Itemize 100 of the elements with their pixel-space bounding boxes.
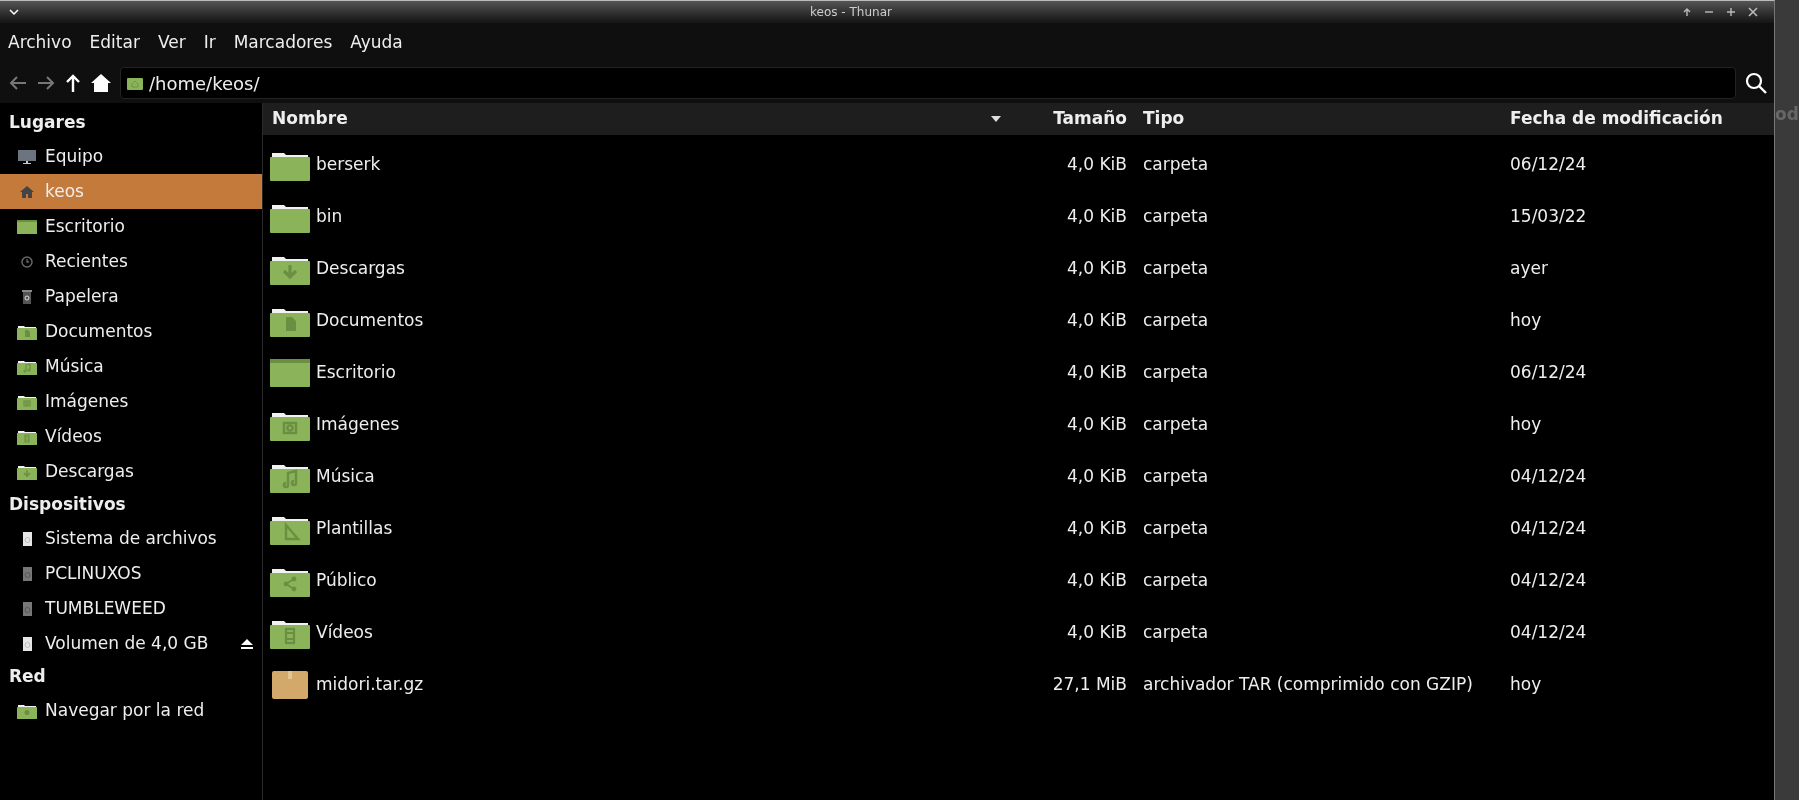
sidebar-label: Equipo <box>45 144 105 168</box>
back-arrow-icon[interactable] <box>8 74 28 92</box>
file-name: berserk <box>316 153 381 177</box>
file-size: 4,0 KiB <box>1066 517 1128 541</box>
arrow-up-icon[interactable] <box>1682 7 1692 17</box>
sidebar-item[interactable]: Documentos <box>0 314 262 349</box>
file-size: 4,0 KiB <box>1066 413 1128 437</box>
file-type: carpeta <box>1142 309 1210 333</box>
file-row[interactable]: bin 4,0 KiB carpeta 15/03/22 <box>263 191 1774 243</box>
file-date: 04/12/24 <box>1510 465 1588 489</box>
sidebar-label: Música <box>45 354 105 378</box>
forward-arrow-icon[interactable] <box>36 74 56 92</box>
menu-item[interactable]: Editar <box>89 30 140 56</box>
file-row[interactable]: Descargas 4,0 KiB carpeta ayer <box>263 243 1774 295</box>
sidebar-label: Descargas <box>45 459 135 483</box>
column-header[interactable]: Tipo <box>1133 106 1510 132</box>
file-row[interactable]: Escritorio 4,0 KiB carpeta 06/12/24 <box>263 347 1774 399</box>
sidebar-item[interactable]: Imágenes <box>0 384 262 419</box>
location-path: /home/keos/ <box>149 71 260 96</box>
file-type: carpeta <box>1142 569 1210 593</box>
menu-item[interactable]: Ver <box>157 30 186 56</box>
file-row[interactable]: Documentos 4,0 KiB carpeta hoy <box>263 295 1774 347</box>
file-date: hoy <box>1510 413 1543 437</box>
file-type: carpeta <box>1142 361 1210 385</box>
sidebar-item[interactable]: PCLINUXOS <box>0 556 262 591</box>
file-date: 04/12/24 <box>1510 569 1588 593</box>
folder-icon <box>17 323 37 340</box>
sidebar-label: Imágenes <box>45 389 130 413</box>
file-name: Plantillas <box>316 517 393 541</box>
file-row[interactable]: Imágenes 4,0 KiB carpeta hoy <box>263 399 1774 451</box>
window-title: keos - Thunar <box>809 4 893 21</box>
location-field[interactable]: /home/keos/ <box>120 67 1736 99</box>
file-date: ayer <box>1510 257 1549 281</box>
file-size: 4,0 KiB <box>1066 569 1128 593</box>
file-name: Público <box>316 569 377 593</box>
file-size: 4,0 KiB <box>1066 309 1128 333</box>
file-name: Vídeos <box>316 621 373 645</box>
home-icon[interactable] <box>90 73 112 93</box>
folder-icon <box>17 463 37 480</box>
up-arrow-icon[interactable] <box>64 73 82 93</box>
folder-icon <box>17 393 37 410</box>
sidebar-label: Papelera <box>45 284 120 308</box>
search-icon[interactable] <box>1744 71 1768 95</box>
sidebar-label: keos <box>45 179 85 203</box>
eject-icon[interactable] <box>240 637 254 650</box>
sidebar-item[interactable]: Música <box>0 349 262 384</box>
menu-item[interactable]: Marcadores <box>233 30 333 56</box>
file-name: Escritorio <box>316 361 396 385</box>
sidebar-item[interactable]: Escritorio <box>0 209 262 244</box>
file-type: carpeta <box>1142 153 1210 177</box>
sidebar-label: TUMBLEWEED <box>45 596 167 620</box>
sidebar-item[interactable]: Descargas <box>0 454 262 489</box>
sidebar-item[interactable]: Sistema de archivos <box>0 521 262 556</box>
file-type: archivador TAR (comprimido con GZIP) <box>1142 673 1474 697</box>
sidebar-item[interactable]: Volumen de 4,0 GB <box>0 626 262 661</box>
column-header[interactable]: Fecha de modificación <box>1510 106 1774 132</box>
file-row[interactable]: berserk 4,0 KiB carpeta 06/12/24 <box>263 139 1774 191</box>
maximize-icon[interactable] <box>1726 7 1736 17</box>
file-name: Imágenes <box>316 413 400 437</box>
file-name: Documentos <box>316 309 424 333</box>
sidebar-heading: Dispositivos <box>8 493 127 517</box>
file-row[interactable]: midori.tar.gz 27,1 MiB archivador TAR (comprimido con GZIP) hoy <box>263 659 1774 711</box>
file-row[interactable]: Vídeos 4,0 KiB carpeta 04/12/24 <box>263 607 1774 659</box>
file-size: 4,0 KiB <box>1066 621 1128 645</box>
column-header[interactable]: Tamaño <box>1011 106 1133 132</box>
file-row[interactable]: Plantillas 4,0 KiB carpeta 04/12/24 <box>263 503 1774 555</box>
sidebar-heading: Red <box>8 665 47 689</box>
file-row[interactable]: Público 4,0 KiB carpeta 04/12/24 <box>263 555 1774 607</box>
file-date: hoy <box>1510 309 1543 333</box>
sidebar-item[interactable]: Equipo <box>0 139 262 174</box>
close-icon[interactable] <box>1748 7 1758 17</box>
sidebar-item[interactable]: Navegar por la red <box>0 693 262 728</box>
file-date: 06/12/24 <box>1510 361 1588 385</box>
file-type: carpeta <box>1142 517 1210 541</box>
file-type: carpeta <box>1142 257 1210 281</box>
home-folder-icon <box>127 76 143 90</box>
chevron-down-icon[interactable] <box>8 8 20 16</box>
sidebar-item[interactable]: TUMBLEWEED <box>0 591 262 626</box>
sidebar-item[interactable]: Vídeos <box>0 419 262 454</box>
folder-icon <box>17 702 37 719</box>
sidebar-label: Navegar por la red <box>45 698 206 722</box>
file-date: 04/12/24 <box>1510 517 1588 541</box>
menu-item[interactable]: Ayuda <box>350 30 403 56</box>
menu-item[interactable]: Archivo <box>8 30 72 56</box>
menu-item[interactable]: Ir <box>203 30 216 56</box>
column-header[interactable]: Nombre <box>263 103 1011 135</box>
file-size: 4,0 KiB <box>1066 205 1128 229</box>
file-row[interactable]: Música 4,0 KiB carpeta 04/12/24 <box>263 451 1774 503</box>
file-size: 4,0 KiB <box>1066 153 1128 177</box>
sidebar-item[interactable]: Papelera <box>0 279 262 314</box>
sidebar-label: Documentos <box>45 319 154 343</box>
sidebar-label: Escritorio <box>45 214 126 238</box>
sidebar-label: Vídeos <box>45 424 103 448</box>
file-name: Descargas <box>316 257 405 281</box>
sort-down-icon <box>991 116 1001 122</box>
sidebar-item[interactable]: Recientes <box>0 244 262 279</box>
sidebar-label: PCLINUXOS <box>45 561 143 585</box>
file-size: 4,0 KiB <box>1066 361 1128 385</box>
file-date: 15/03/22 <box>1510 205 1588 229</box>
folder-icon <box>17 358 37 375</box>
